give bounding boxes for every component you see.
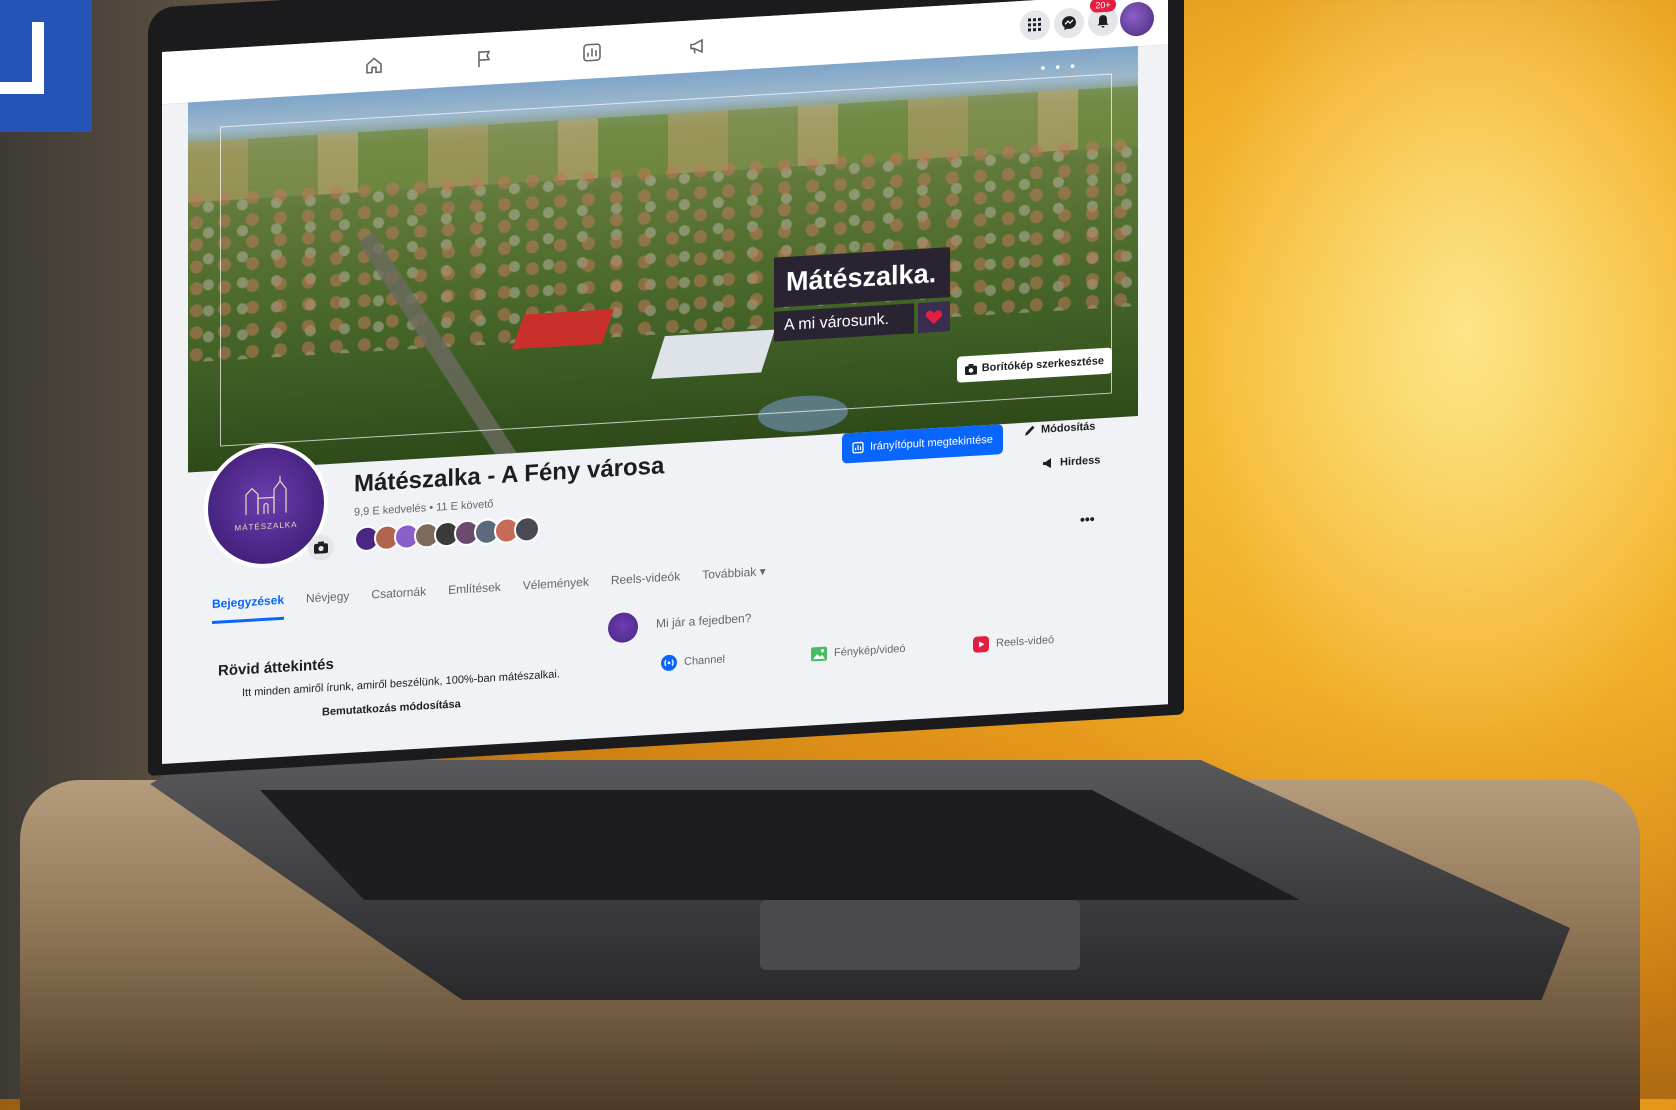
edit-page-button[interactable]: Módosítás: [1024, 421, 1095, 437]
castle-logo-icon: [245, 475, 287, 516]
tab-about[interactable]: Névjegy: [306, 589, 349, 619]
grid-menu-icon[interactable]: [1020, 9, 1050, 42]
advertise-label: Hirdess: [1060, 454, 1101, 469]
insights-icon[interactable]: [580, 40, 604, 65]
profile-logo-text: MÁTÉSZALKA: [234, 519, 298, 533]
megaphone-icon[interactable]: [686, 33, 710, 58]
tab-reels[interactable]: Reels-videók: [611, 569, 680, 600]
heart-icon: [918, 301, 950, 334]
camera-icon[interactable]: [308, 533, 334, 562]
pencil-icon: [1025, 425, 1035, 436]
page-stats: 9,9 E kedvelés • 11 E követő: [354, 498, 494, 519]
follower-avatars: [354, 515, 540, 553]
home-icon[interactable]: [362, 53, 386, 78]
edit-page-label: Módosítás: [1041, 420, 1096, 436]
account-avatar[interactable]: [1120, 1, 1154, 38]
photo-video-label: Fénykép/videó: [834, 642, 906, 660]
view-dashboard-label: Irányítópult megtekintése: [870, 433, 993, 453]
reels-button[interactable]: Reels-videó: [972, 631, 1054, 654]
cover-photo: • • • Mátészalka. A mi városunk. Borítók…: [188, 46, 1138, 473]
reels-label: Reels-videó: [996, 633, 1055, 650]
photo-video-button[interactable]: Fénykép/videó: [810, 640, 906, 664]
avatar[interactable]: [514, 515, 540, 544]
tab-reviews[interactable]: Vélemények: [523, 575, 589, 606]
tab-posts[interactable]: Bejegyzések: [212, 592, 285, 625]
megaphone-icon: [1043, 458, 1051, 469]
trackpad: [760, 900, 1080, 970]
edit-intro-button[interactable]: Bemutatkozás módosítása: [322, 698, 461, 718]
cover-brand-title: Mátészalka.: [774, 247, 950, 308]
tab-more[interactable]: Továbbiak ▾: [702, 564, 765, 595]
blue-sign: [0, 0, 92, 132]
flag-icon[interactable]: [472, 46, 496, 71]
cover-dots: • • •: [1040, 57, 1078, 76]
tab-mentions[interactable]: Említések: [448, 580, 501, 610]
messenger-icon[interactable]: [1054, 7, 1084, 40]
channel-icon: [661, 654, 677, 671]
browser-screen: 20+ • • • Mátészalka. A mi városunk. Bor…: [162, 0, 1168, 764]
reels-icon: [973, 636, 989, 653]
overview-title: Rövid áttekintés: [218, 655, 334, 680]
composer-input[interactable]: Mi jár a fejedben?: [656, 611, 751, 631]
tab-channels[interactable]: Csatornák: [371, 584, 426, 614]
camera-icon: [964, 363, 977, 375]
dashboard-icon: [852, 441, 864, 454]
advertise-button[interactable]: Hirdess: [1042, 454, 1100, 469]
channel-label: Channel: [684, 653, 725, 668]
channel-button[interactable]: Channel: [660, 651, 725, 673]
more-options-button[interactable]: •••: [1080, 511, 1095, 528]
photo-icon: [811, 646, 827, 662]
edit-cover-label: Borítókép szerkesztése: [981, 355, 1104, 375]
composer-avatar: [608, 611, 638, 644]
